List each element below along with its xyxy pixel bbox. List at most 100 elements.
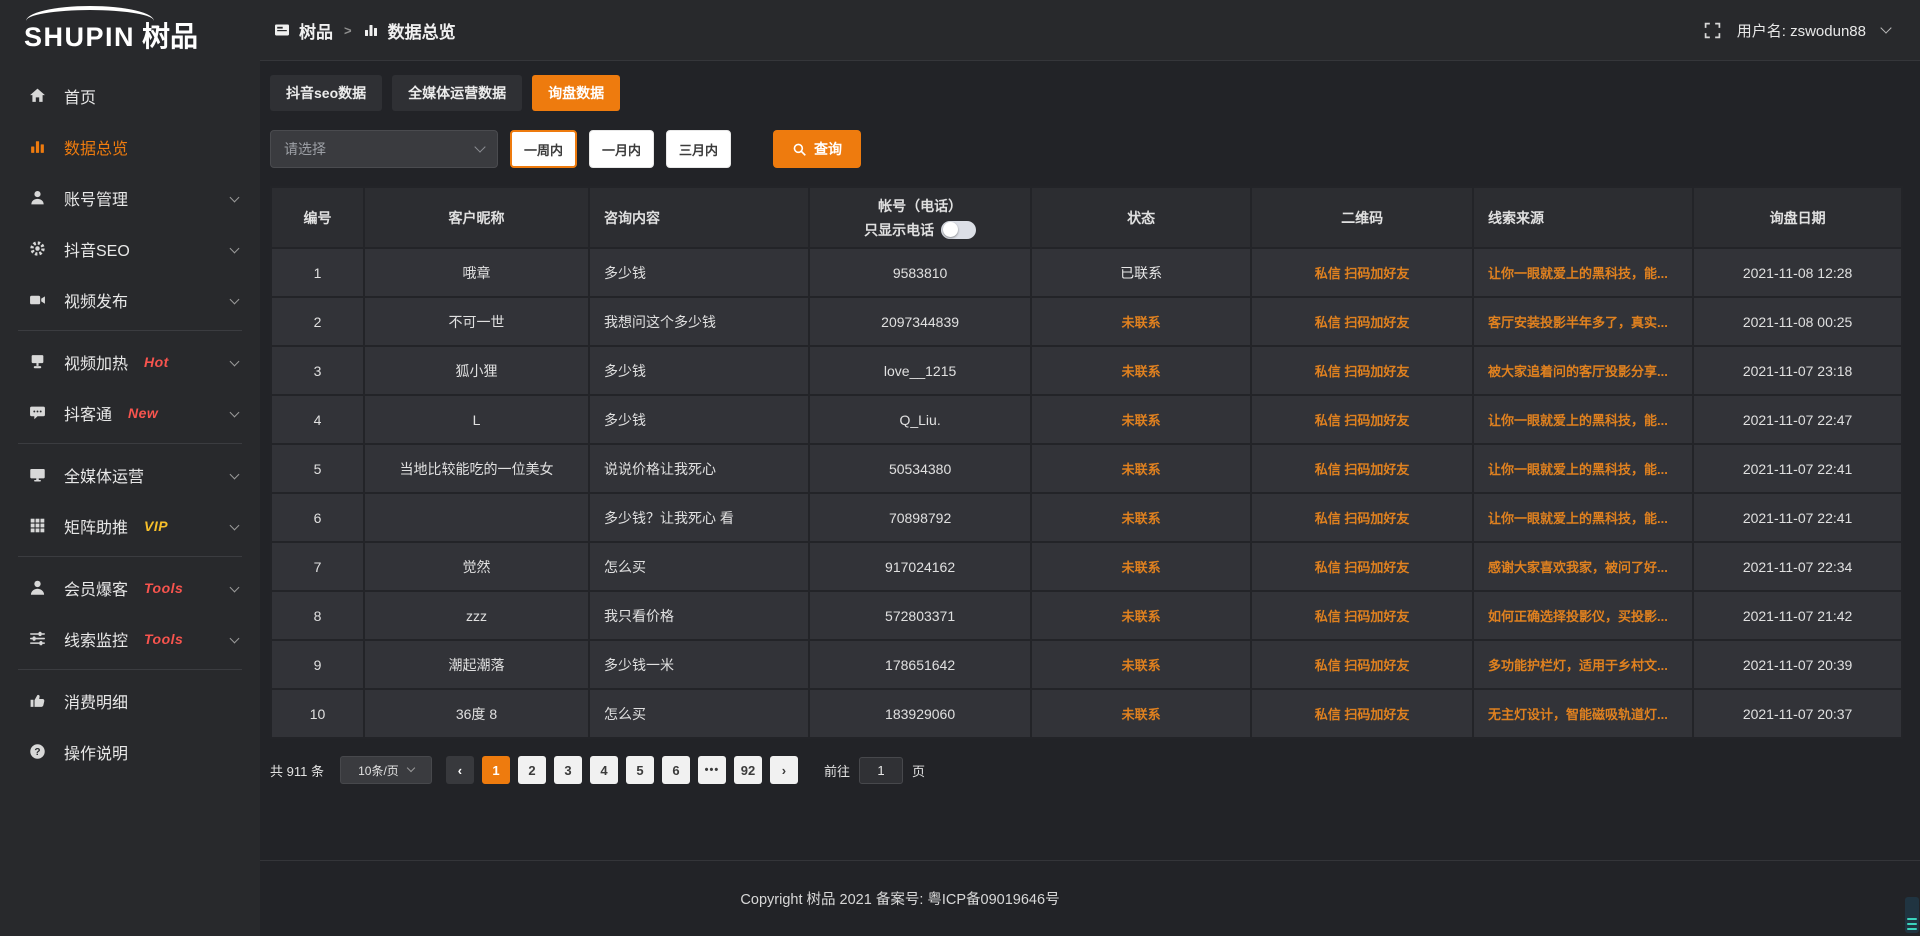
chevron-down-icon xyxy=(230,583,240,593)
source-link[interactable]: 让你一眼就爱上的黑科技，能... xyxy=(1488,511,1668,526)
source-link[interactable]: 多功能护栏灯，适用于乡村文... xyxy=(1488,658,1668,673)
tab-douyin-seo-data[interactable]: 抖音seo数据 xyxy=(270,75,382,111)
qrcode-link[interactable]: 私信 扫码加好友 xyxy=(1315,707,1410,722)
cell-status: 未联系 xyxy=(1031,346,1251,395)
prev-page-button[interactable]: ‹ xyxy=(446,756,474,784)
source-link[interactable]: 被大家追着问的客厅投影分享... xyxy=(1488,364,1668,379)
badge-video-heating: Hot xyxy=(144,354,169,370)
cell-qrcode: 私信 扫码加好友 xyxy=(1251,444,1473,493)
sidebar-item-member-burst[interactable]: 会员爆客Tools xyxy=(0,562,260,613)
sidebar-item-douyin-seo[interactable]: 抖音SEO xyxy=(0,223,260,274)
col-header-nickname: 客户昵称 xyxy=(364,187,589,248)
cell-account: 9583810 xyxy=(809,248,1031,297)
sidebar-item-consumption-detail[interactable]: 消费明细 xyxy=(0,675,260,726)
range-button-week[interactable]: 一周内 xyxy=(510,130,577,168)
qrcode-link[interactable]: 私信 扫码加好友 xyxy=(1315,364,1410,379)
search-icon xyxy=(792,142,807,157)
sidebar: 首页数据总览账号管理抖音SEO视频发布视频加热Hot抖客通New 全媒体运营矩阵助… xyxy=(0,60,260,936)
cell-date: 2021-11-07 22:41 xyxy=(1693,444,1902,493)
cell-date: 2021-11-08 12:28 xyxy=(1693,248,1902,297)
source-link[interactable]: 无主灯设计，智能磁吸轨道灯... xyxy=(1488,707,1668,722)
cell-qrcode: 私信 扫码加好友 xyxy=(1251,297,1473,346)
monitor-icon xyxy=(28,466,47,483)
next-page-button[interactable]: › xyxy=(770,756,798,784)
table-row: 1哦章多少钱9583810已联系私信 扫码加好友让你一眼就爱上的黑科技，能...… xyxy=(271,248,1902,297)
fullscreen-icon[interactable] xyxy=(1704,22,1721,39)
source-link[interactable]: 感谢大家喜欢我家，被问了好... xyxy=(1488,560,1668,575)
sidebar-divider xyxy=(18,669,242,670)
query-button[interactable]: 查询 xyxy=(773,130,861,168)
home-icon xyxy=(28,87,47,104)
user-chevron-down-icon[interactable] xyxy=(1880,22,1891,33)
source-link[interactable]: 让你一眼就爱上的黑科技，能... xyxy=(1488,266,1668,281)
page-size-select[interactable]: 10条/页 xyxy=(340,756,432,784)
source-link[interactable]: 让你一眼就爱上的黑科技，能... xyxy=(1488,413,1668,428)
qrcode-link[interactable]: 私信 扫码加好友 xyxy=(1315,315,1410,330)
page-footer: Copyright 树品 2021 备案号: 粤ICP备09019646号 xyxy=(260,860,1920,936)
tab-omni-media-data[interactable]: 全媒体运营数据 xyxy=(392,75,522,111)
sidebar-item-account-management[interactable]: 账号管理 xyxy=(0,172,260,223)
cell-qrcode: 私信 扫码加好友 xyxy=(1251,346,1473,395)
cell-status: 未联系 xyxy=(1031,493,1251,542)
goto-suffix: 页 xyxy=(912,761,925,780)
range-button-quarter[interactable]: 三月内 xyxy=(666,130,731,168)
page-button-92[interactable]: 92 xyxy=(734,756,762,784)
cell-status: 未联系 xyxy=(1031,542,1251,591)
cell-nickname: 不可一世 xyxy=(364,297,589,346)
qrcode-link[interactable]: 私信 扫码加好友 xyxy=(1315,462,1410,477)
sidebar-item-doukertong[interactable]: 抖客通New xyxy=(0,387,260,438)
username-label[interactable]: 用户名: zswodun88 xyxy=(1737,20,1866,41)
qrcode-link[interactable]: 私信 扫码加好友 xyxy=(1315,413,1410,428)
sidebar-item-video-heating[interactable]: 视频加热Hot xyxy=(0,336,260,387)
sidebar-item-omni-media[interactable]: 全媒体运营 xyxy=(0,449,260,500)
sidebar-item-matrix-boost[interactable]: 矩阵助推VIP xyxy=(0,500,260,551)
source-link[interactable]: 让你一眼就爱上的黑科技，能... xyxy=(1488,462,1668,477)
qrcode-link[interactable]: 私信 扫码加好友 xyxy=(1315,511,1410,526)
bar-chart-icon xyxy=(28,138,47,155)
tab-inquiry-data[interactable]: 询盘数据 xyxy=(532,75,620,111)
table-row: 9潮起潮落多少钱一米178651642未联系私信 扫码加好友多功能护栏灯，适用于… xyxy=(271,640,1902,689)
cell-id: 8 xyxy=(271,591,364,640)
cell-date: 2021-11-07 22:47 xyxy=(1693,395,1902,444)
page-button-2[interactable]: 2 xyxy=(518,756,546,784)
qrcode-link[interactable]: 私信 扫码加好友 xyxy=(1315,266,1410,281)
qrcode-link[interactable]: 私信 扫码加好友 xyxy=(1315,658,1410,673)
status-badge: 未联系 xyxy=(1122,315,1161,330)
qrcode-link[interactable]: 私信 扫码加好友 xyxy=(1315,560,1410,575)
sidebar-menu: 首页数据总览账号管理抖音SEO视频发布视频加热Hot抖客通New 全媒体运营矩阵助… xyxy=(0,70,260,777)
phone-only-toggle[interactable] xyxy=(941,221,976,239)
cell-status: 未联系 xyxy=(1031,297,1251,346)
app-logo[interactable]: SHUPIN 树品 xyxy=(0,0,260,60)
sidebar-item-data-overview[interactable]: 数据总览 xyxy=(0,121,260,172)
range-button-month[interactable]: 一月内 xyxy=(589,130,654,168)
cell-id: 6 xyxy=(271,493,364,542)
cell-nickname: 觉然 xyxy=(364,542,589,591)
chevron-down-icon xyxy=(230,634,240,644)
cell-qrcode: 私信 扫码加好友 xyxy=(1251,542,1473,591)
sidebar-item-clue-monitor[interactable]: 线索监控Tools xyxy=(0,613,260,664)
source-link[interactable]: 如何正确选择投影仪，买投影... xyxy=(1488,609,1668,624)
ellipsis-button[interactable]: ••• xyxy=(698,756,726,784)
cell-nickname: L xyxy=(364,395,589,444)
page-button-3[interactable]: 3 xyxy=(554,756,582,784)
chevron-down-icon xyxy=(230,244,240,254)
page-button-5[interactable]: 5 xyxy=(626,756,654,784)
sidebar-item-operation-guide[interactable]: ?操作说明 xyxy=(0,726,260,777)
cell-nickname: zzz xyxy=(364,591,589,640)
filter-select[interactable]: 请选择 xyxy=(270,130,498,168)
user-icon xyxy=(28,189,47,206)
page-button-4[interactable]: 4 xyxy=(590,756,618,784)
cell-date: 2021-11-07 20:39 xyxy=(1693,640,1902,689)
goto-page-input[interactable] xyxy=(859,757,903,784)
sidebar-item-home[interactable]: 首页 xyxy=(0,70,260,121)
cell-qrcode: 私信 扫码加好友 xyxy=(1251,248,1473,297)
breadcrumb-item-root[interactable]: 树品 xyxy=(299,18,333,43)
source-link[interactable]: 客厅安装投影半年多了，真实... xyxy=(1488,315,1668,330)
range-buttons: 一周内一月内三月内 xyxy=(510,130,731,168)
qrcode-link[interactable]: 私信 扫码加好友 xyxy=(1315,609,1410,624)
corner-widget[interactable] xyxy=(1905,897,1919,933)
breadcrumb: 树品 > 数据总览 xyxy=(274,18,456,43)
page-button-6[interactable]: 6 xyxy=(662,756,690,784)
page-button-1[interactable]: 1 xyxy=(482,756,510,784)
sidebar-item-video-publish[interactable]: 视频发布 xyxy=(0,274,260,325)
